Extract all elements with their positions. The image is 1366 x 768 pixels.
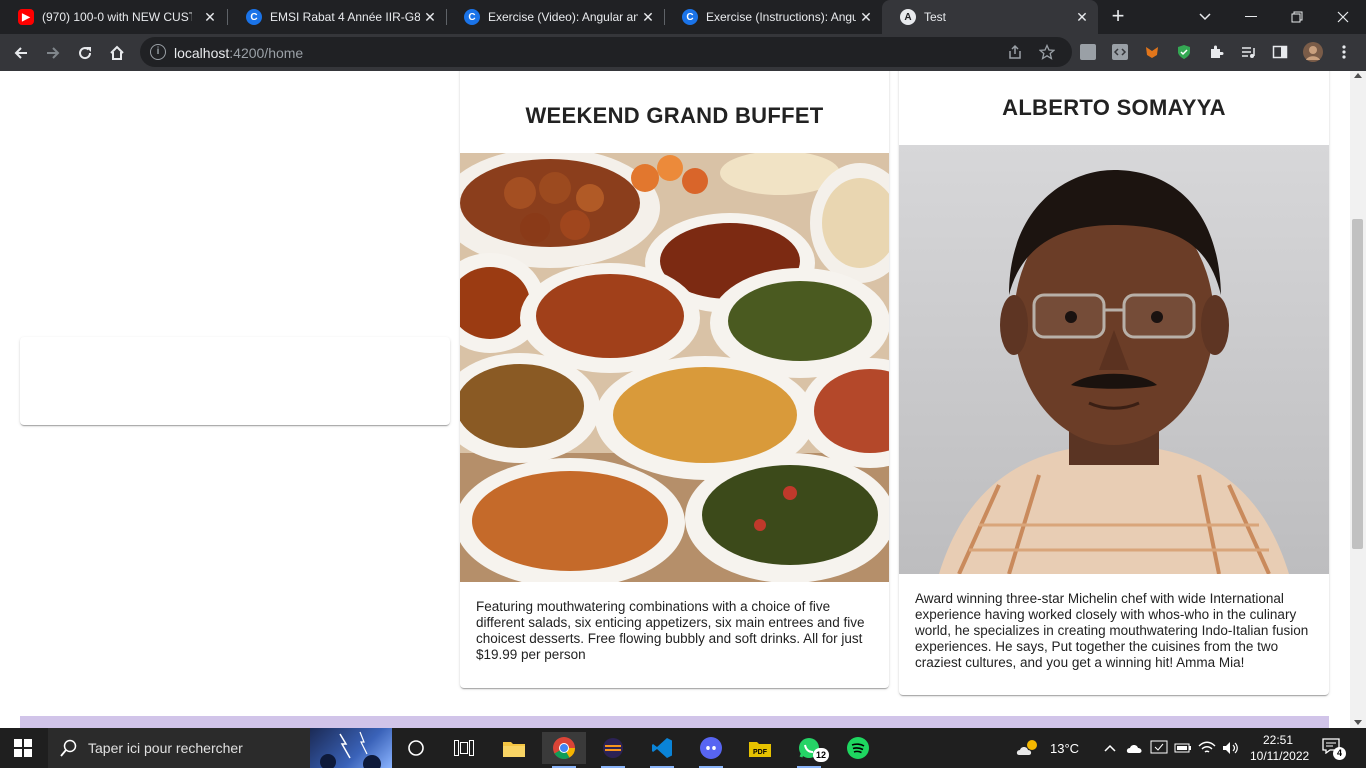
share-icon[interactable] (1006, 43, 1024, 61)
empty-card (20, 337, 450, 425)
scroll-down-arrow-icon[interactable] (1354, 720, 1362, 725)
show-hidden-icons-button[interactable] (1104, 728, 1116, 768)
search-highlight-image (310, 728, 392, 768)
task-view-cortana-icon[interactable] (394, 732, 438, 764)
scroll-up-arrow-icon[interactable] (1354, 73, 1362, 78)
featured-leader-card: ALBERTO SOMAYYA Award winning three-star… (899, 71, 1329, 695)
restore-button[interactable] (1274, 0, 1320, 34)
close-icon[interactable]: ✕ (422, 9, 438, 25)
vscode-icon[interactable] (640, 732, 684, 768)
media-controls-icon[interactable] (1239, 43, 1257, 61)
tab-title: EMSI Rabat 4 Année IIR-G8 2 (270, 10, 420, 24)
tab-strip: ▶ (970) 100-0 with NEW CUSTO ✕ C EMSI Ra… (0, 0, 1366, 34)
dish-name: WEEKEND GRAND BUFFET (525, 103, 824, 128)
metamask-icon[interactable] (1143, 43, 1161, 61)
scrollbar-thumb[interactable] (1352, 219, 1363, 549)
forward-button[interactable] (40, 40, 66, 66)
close-icon[interactable]: ✕ (1074, 9, 1090, 25)
tab-title: Exercise (Instructions): Angul (706, 10, 856, 24)
windows-taskbar: Taper ici pour rechercher PDF 12 13°C 22… (0, 728, 1366, 768)
tab-test[interactable]: A Test ✕ (882, 0, 1098, 34)
onedrive-icon[interactable] (1126, 728, 1144, 768)
discord-icon[interactable] (689, 732, 733, 768)
battery-icon[interactable] (1174, 728, 1192, 768)
home-icon (110, 45, 124, 60)
arrow-left-icon (14, 47, 27, 59)
windows-logo-icon (14, 739, 32, 757)
task-view-icon[interactable] (442, 732, 486, 764)
dish-description: Featuring mouthwatering combinations wit… (476, 599, 865, 662)
close-icon[interactable]: ✕ (640, 9, 656, 25)
whatsapp-unread-badge: 12 (813, 748, 829, 762)
featured-dish-card: WEEKEND GRAND BUFFET Featuring mouthwate… (460, 71, 889, 688)
arrow-right-icon (47, 47, 60, 59)
windows-start-button[interactable] (14, 739, 32, 757)
new-tab-button[interactable]: + (1106, 5, 1130, 29)
close-icon[interactable]: ✕ (858, 9, 874, 25)
search-placeholder: Taper ici pour rechercher (88, 740, 243, 756)
side-panel-icon[interactable] (1271, 43, 1289, 61)
tab-emsi[interactable]: C EMSI Rabat 4 Année IIR-G8 2 ✕ (228, 0, 446, 34)
notification-count-badge: 4 (1333, 747, 1346, 760)
tab-title: (970) 100-0 with NEW CUSTO (42, 10, 192, 24)
clock-time: 22:51 (1262, 733, 1294, 747)
browser-toolbar: i localhost:4200/home (0, 34, 1366, 71)
youtube-icon: ▶ (18, 9, 34, 25)
reload-icon (79, 47, 92, 60)
whatsapp-icon[interactable]: 12 (787, 732, 831, 768)
tab-exercise-instructions[interactable]: C Exercise (Instructions): Angul ✕ (664, 0, 882, 34)
bookmark-star-icon[interactable] (1038, 43, 1056, 61)
chevron-up-icon (1104, 744, 1116, 752)
profile-avatar[interactable] (1303, 42, 1323, 62)
extension-b-icon[interactable] (1079, 43, 1097, 61)
weather-temp: 13°C (1050, 740, 1080, 756)
leader-name: ALBERTO SOMAYYA (1002, 95, 1226, 120)
svg-text:PDF: PDF (753, 749, 768, 756)
close-window-button[interactable] (1320, 0, 1366, 34)
eclipse-icon[interactable] (591, 732, 635, 768)
coursera-icon: C (682, 9, 698, 25)
shield-icon[interactable] (1175, 43, 1193, 61)
system-clock[interactable]: 22:51 10/11/2022 (1250, 732, 1310, 764)
partly-cloudy-icon (1016, 740, 1037, 755)
spotify-icon[interactable] (836, 732, 880, 764)
page-viewport: WEEKEND GRAND BUFFET Featuring mouthwate… (0, 71, 1350, 728)
reload-button[interactable] (72, 40, 98, 66)
pdf-reader-icon[interactable]: PDF (738, 732, 782, 764)
tab-title: Exercise (Video): Angular and (488, 10, 638, 24)
back-button[interactable] (8, 40, 34, 66)
url-text: localhost:4200/home (174, 45, 304, 61)
kebab-menu-icon[interactable] (1335, 43, 1353, 61)
home-button[interactable] (104, 40, 130, 66)
angular-icon: A (900, 9, 916, 25)
close-icon[interactable]: ✕ (202, 9, 218, 25)
buffet-photo (460, 153, 889, 582)
footer (20, 716, 1329, 728)
coursera-icon: C (464, 9, 480, 25)
page-scrollbar[interactable] (1350, 71, 1366, 728)
tab-search-button[interactable] (1182, 0, 1228, 34)
site-info-icon[interactable]: i (150, 44, 166, 60)
chef-portrait-photo (899, 145, 1329, 574)
notification-center-button[interactable]: 4 (1322, 738, 1346, 760)
extensions-puzzle-icon[interactable] (1207, 43, 1225, 61)
wifi-icon[interactable] (1198, 728, 1216, 768)
file-explorer-icon[interactable] (492, 732, 536, 764)
chevron-down-icon (1199, 13, 1211, 21)
tab-youtube[interactable]: ▶ (970) 100-0 with NEW CUSTO ✕ (0, 0, 226, 34)
tab-exercise-video[interactable]: C Exercise (Video): Angular and ✕ (446, 0, 664, 34)
minimize-button[interactable] (1228, 0, 1274, 34)
leader-description: Award winning three-star Michelin chef w… (915, 591, 1309, 670)
address-bar[interactable]: i localhost:4200/home (140, 37, 1072, 67)
tab-title: Test (924, 10, 947, 24)
clock-date: 10/11/2022 (1250, 749, 1310, 763)
chrome-icon[interactable] (542, 732, 586, 768)
volume-icon[interactable] (1222, 728, 1240, 768)
weather-widget[interactable]: 13°C (1016, 728, 1079, 768)
coursera-icon: C (246, 9, 262, 25)
device-status-icon[interactable] (1150, 728, 1168, 768)
search-icon (60, 739, 78, 762)
taskbar-search-box[interactable]: Taper ici pour rechercher (48, 728, 392, 768)
extension-code-icon[interactable] (1111, 43, 1129, 61)
